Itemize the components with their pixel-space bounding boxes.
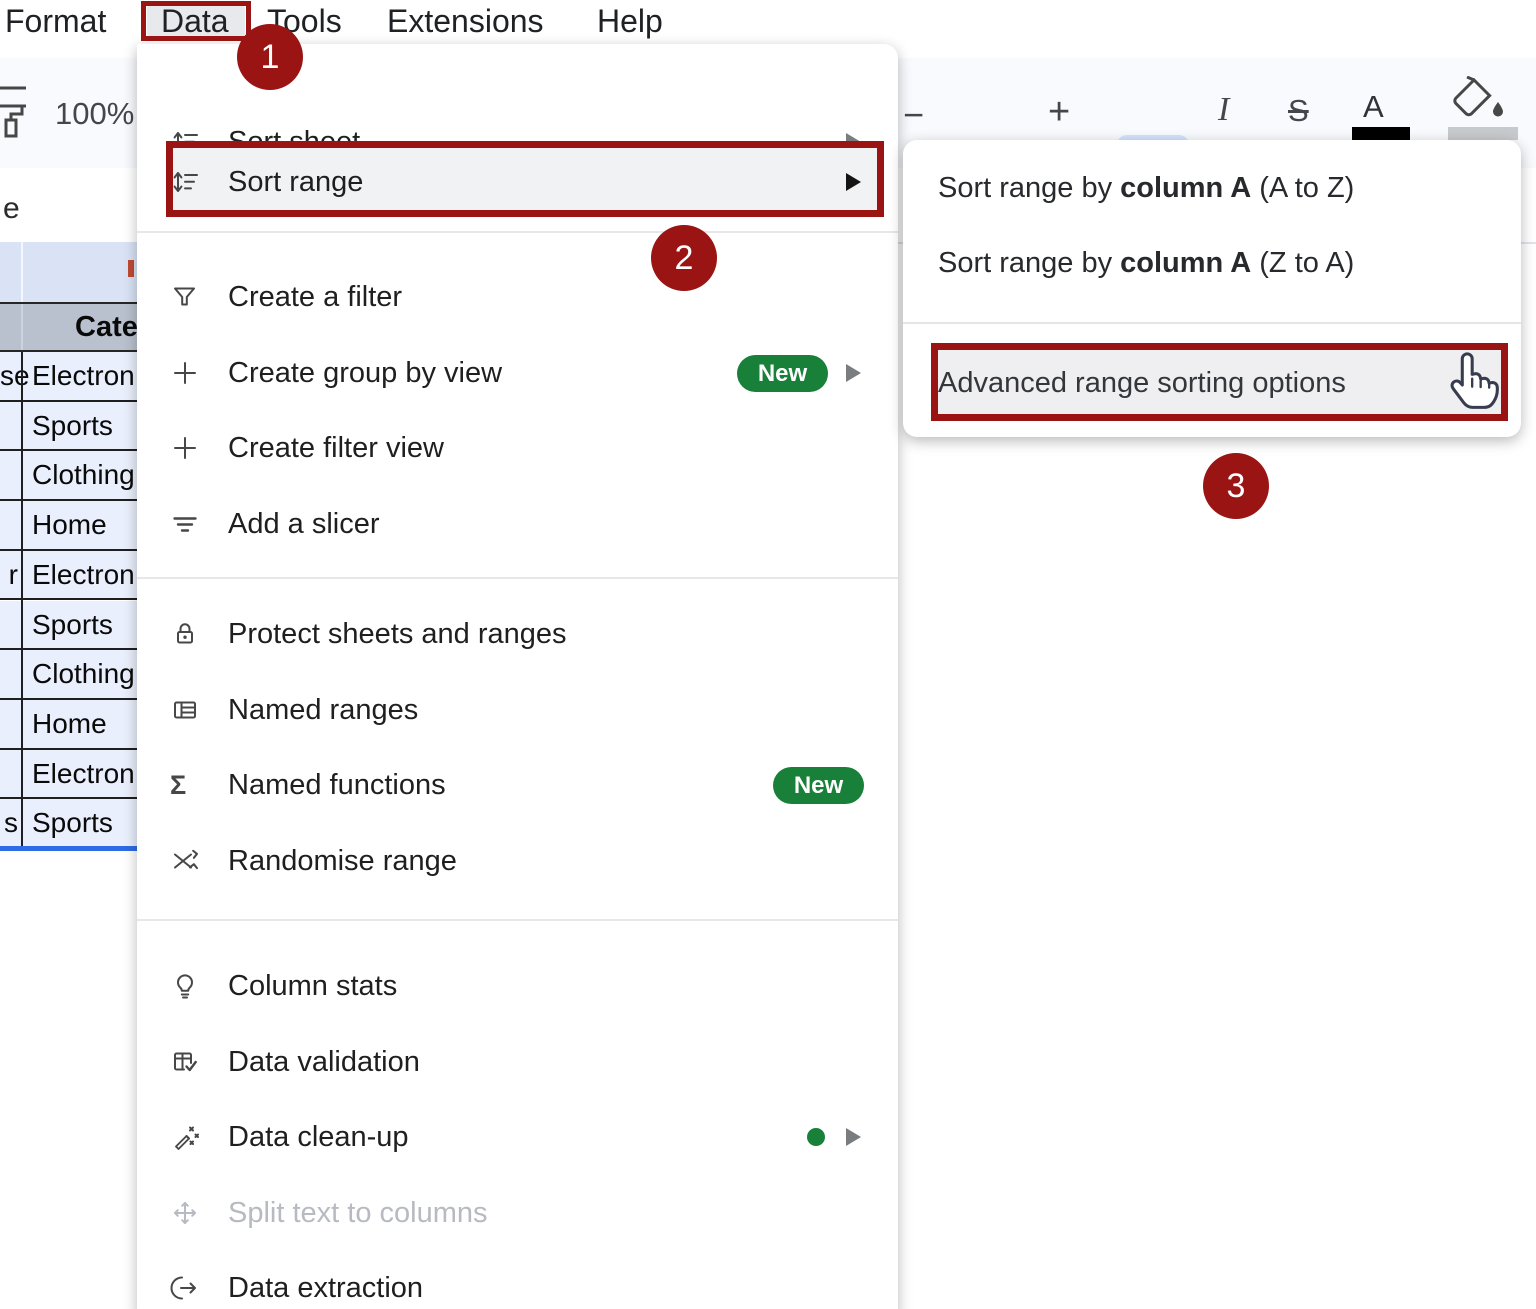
lightbulb-icon xyxy=(170,971,200,1001)
filter-funnel-icon xyxy=(170,282,200,312)
column-header-band[interactable] xyxy=(0,242,137,302)
menu-item-data-clean-up[interactable]: Data clean-up xyxy=(137,1099,898,1175)
menu-item-create-group-by-view[interactable]: Create group by view New xyxy=(137,335,898,411)
zoom-select[interactable]: 100% xyxy=(55,96,134,132)
fill-color-swatch xyxy=(1448,127,1518,140)
menu-item-randomise-range[interactable]: Randomise range xyxy=(137,823,898,899)
cell-category[interactable]: Home xyxy=(32,509,107,541)
menu-item-data-validation[interactable]: Data validation xyxy=(137,1024,898,1100)
gridline xyxy=(21,304,23,350)
decrease-font-button[interactable]: − xyxy=(903,94,924,136)
menu-item-named-ranges[interactable]: Named ranges xyxy=(137,672,898,748)
data-extraction-icon xyxy=(170,1273,200,1303)
selection-border xyxy=(0,846,137,851)
annotation-box-advanced-options xyxy=(931,343,1508,421)
named-ranges-icon xyxy=(170,695,200,725)
menu-item-data-extraction[interactable]: Data extraction xyxy=(137,1250,898,1309)
step-badge-1: 1 xyxy=(237,24,303,90)
cell-product-fragment[interactable]: se xyxy=(0,360,18,392)
data-menu-panel: Sort sheet Sort range Create a filter Cr… xyxy=(137,44,898,1309)
cell-category[interactable]: Electron xyxy=(32,758,135,790)
name-box-text-fragment: e xyxy=(3,192,20,226)
cell-category[interactable]: Electron xyxy=(32,559,135,591)
menubar-format[interactable]: Format xyxy=(5,0,106,44)
gridline xyxy=(21,352,23,848)
category-header-cell[interactable]: Cate xyxy=(75,311,138,344)
plus-icon xyxy=(170,433,200,463)
italic-button[interactable]: I xyxy=(1218,91,1229,129)
menu-item-create-a-filter[interactable]: Create a filter xyxy=(137,259,898,335)
split-columns-icon xyxy=(170,1198,200,1228)
menu-item-split-text-to-columns: Split text to columns xyxy=(137,1175,898,1251)
submenu-item-sort-a-to-z[interactable]: Sort range by column A (A to Z) xyxy=(938,172,1354,205)
cell-category[interactable]: Sports xyxy=(32,410,113,442)
notification-dot xyxy=(807,1128,825,1146)
paint-format-icon[interactable] xyxy=(0,84,26,140)
cell-category[interactable]: Clothing xyxy=(32,459,135,491)
menu-divider xyxy=(137,577,898,579)
slicer-icon xyxy=(170,509,200,539)
sigma-icon: Σ xyxy=(170,770,186,801)
menu-item-create-filter-view[interactable]: Create filter view xyxy=(137,410,898,486)
hand-cursor-icon xyxy=(1440,348,1502,414)
cell-category[interactable]: Sports xyxy=(32,807,113,839)
magic-wand-icon xyxy=(170,1122,200,1152)
submenu-item-sort-z-to-a[interactable]: Sort range by column A (Z to A) xyxy=(938,247,1354,280)
plus-icon xyxy=(170,358,200,388)
new-badge: New xyxy=(773,767,864,804)
cell-product-fragment[interactable]: r xyxy=(0,559,18,591)
text-color-button[interactable]: A xyxy=(1363,89,1384,125)
submenu-arrow-icon xyxy=(846,1128,861,1146)
menu-divider xyxy=(137,919,898,921)
strikethrough-button[interactable]: S xyxy=(1288,93,1309,129)
annotation-box-data-menu xyxy=(141,1,251,41)
data-validation-icon xyxy=(170,1047,200,1077)
fill-color-icon[interactable] xyxy=(1446,76,1510,126)
increase-font-button[interactable]: + xyxy=(1048,91,1070,134)
text-color-swatch xyxy=(1352,127,1410,140)
submenu-arrow-icon xyxy=(846,364,861,382)
cell-product-fragment[interactable]: s xyxy=(0,807,18,839)
menu-item-add-a-slicer[interactable]: Add a slicer xyxy=(137,486,898,562)
step-badge-3: 3 xyxy=(1203,453,1269,519)
step-badge-2: 2 xyxy=(651,225,717,291)
menubar-extensions[interactable]: Extensions xyxy=(387,0,544,44)
gridline xyxy=(21,242,23,302)
menu-divider xyxy=(137,231,898,233)
submenu-divider xyxy=(903,322,1521,324)
cell-category[interactable]: Sports xyxy=(32,609,113,641)
cell-category[interactable]: Home xyxy=(32,708,107,740)
menu-item-protect-sheets-and-ranges[interactable]: Protect sheets and ranges xyxy=(137,596,898,672)
menubar-help[interactable]: Help xyxy=(597,0,663,44)
table-header-row[interactable]: Cate xyxy=(0,302,137,352)
menu-item-named-functions[interactable]: Σ Named functions New xyxy=(137,747,898,823)
shuffle-icon xyxy=(170,846,200,876)
sheets-app: Format Data Tools Extensions Help 100% −… xyxy=(0,0,1536,1309)
clipped-text-fragment xyxy=(128,260,134,277)
annotation-box-sort-range xyxy=(166,141,884,217)
menu-item-column-stats[interactable]: Column stats xyxy=(137,948,898,1024)
cell-category[interactable]: Electron xyxy=(32,360,135,392)
new-badge: New xyxy=(737,355,828,392)
cell-category[interactable]: Clothing xyxy=(32,658,135,690)
lock-icon xyxy=(170,619,200,649)
